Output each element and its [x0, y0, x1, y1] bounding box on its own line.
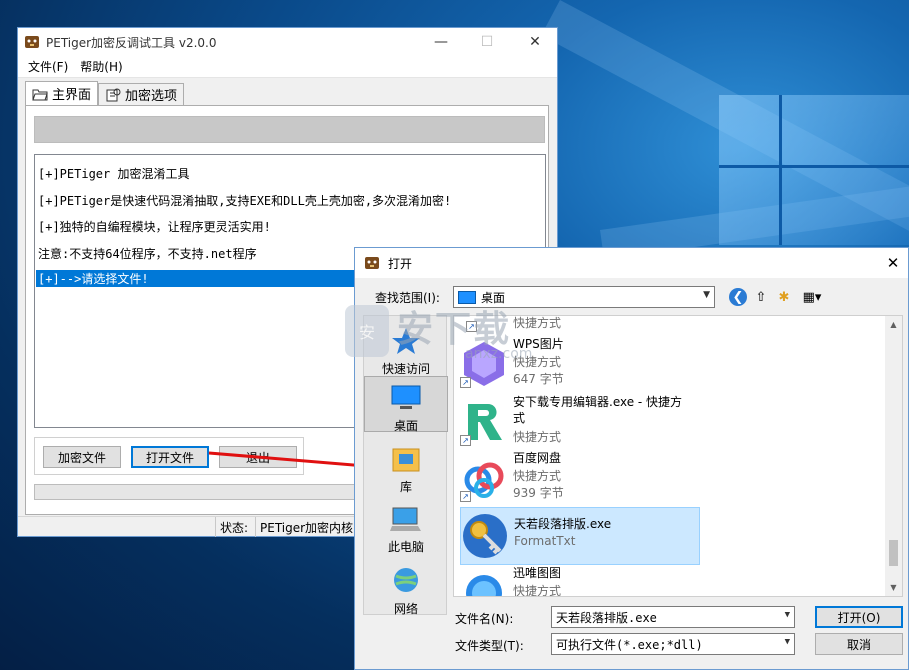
place-desktop[interactable]: 桌面 — [364, 376, 448, 433]
up-folder-icon[interactable]: ⇧ — [752, 288, 770, 306]
list-item-selected[interactable]: 天若段落排版.exe FormatTxt — [460, 507, 700, 565]
desktop-icon — [390, 383, 422, 413]
scroll-down-arrow-icon[interactable]: ▼ — [885, 579, 902, 596]
title-bar[interactable]: PETiger加密反调试工具 v2.0.0 — ☐ ✕ — [18, 28, 557, 56]
filename-input[interactable]: 天若段落排版.exe ▼ — [551, 606, 795, 628]
place-network[interactable]: 网络 — [364, 566, 448, 617]
dialog-close-button[interactable]: ✕ — [878, 248, 908, 278]
settings-page-icon — [106, 88, 121, 101]
file-type: 快捷方式 — [513, 430, 562, 444]
watermark: 安 安下载 anxz.com — [345, 300, 535, 370]
file-name: WPS图片 — [513, 337, 564, 351]
cancel-button[interactable]: 取消 — [815, 633, 903, 655]
list-item[interactable]: ↗ 百度网盘 快捷方式 939 字节 — [460, 450, 700, 508]
log-line: [+]独特的自编程模块，让程序更灵活实用! — [38, 220, 271, 234]
xunwei-image-icon — [460, 569, 508, 596]
file-type: 快捷方式 — [513, 469, 562, 483]
place-label: 库 — [399, 480, 412, 494]
log-line: [+]PETiger 加密混淆工具 — [38, 167, 190, 181]
view-menu-icon[interactable]: ▦▾ — [798, 288, 826, 306]
file-size: 939 字节 — [513, 486, 564, 500]
place-label: 桌面 — [393, 419, 418, 433]
file-size: 647 字节 — [513, 372, 564, 386]
maximize-button[interactable]: ☐ — [464, 28, 510, 56]
tab-encrypt-options-label: 加密选项 — [125, 89, 178, 104]
folder-open-icon — [32, 89, 48, 100]
tab-strip: 主界面 加密选项 — [25, 81, 185, 105]
log-line: 注意:不支持64位程序，不支持.net程序 — [38, 247, 257, 261]
scrollbar-thumb[interactable] — [889, 540, 898, 566]
log-line: [+]PETiger是快速代码混淆抽取,支持EXE和DLL壳上壳加密,多次混淆加… — [38, 194, 452, 208]
chevron-down-icon: ▼ — [703, 290, 710, 300]
menu-file[interactable]: 文件(F) — [22, 58, 74, 75]
baidu-netdisk-icon: ↗ — [460, 454, 508, 502]
back-icon[interactable]: ❮ — [729, 288, 747, 306]
place-label: 网络 — [393, 602, 418, 616]
file-type: FormatTxt — [514, 534, 576, 548]
window-title: PETiger加密反调试工具 v2.0.0 — [46, 35, 217, 50]
dialog-title: 打开 — [388, 256, 413, 271]
shortcut-arrow-icon: ↗ — [460, 435, 471, 446]
file-name: 天若段落排版.exe — [514, 517, 612, 531]
file-list-scrollbar[interactable]: ▲ ▼ — [885, 316, 902, 596]
new-folder-icon[interactable]: ✱ — [775, 288, 793, 306]
place-libraries[interactable]: 库 — [364, 444, 448, 495]
open-button[interactable]: 打开(O) — [815, 606, 903, 628]
chevron-down-icon: ▼ — [784, 610, 790, 620]
tiger-app-icon — [24, 35, 40, 49]
watermark-sub: anxz.com — [465, 346, 533, 362]
filename-value: 天若段落排版.exe — [556, 610, 657, 625]
key-app-icon — [461, 512, 509, 560]
file-type: 快捷方式 — [513, 584, 562, 597]
minimize-button[interactable]: — — [418, 28, 464, 56]
progress-bar-top — [34, 116, 545, 143]
filetype-label: 文件类型(T): — [455, 639, 524, 653]
watermark-text: 安下载 — [397, 309, 512, 350]
tab-encrypt-options[interactable]: 加密选项 — [98, 83, 185, 105]
network-globe-icon — [390, 566, 422, 596]
file-name: 安下载专用编辑器.exe - 快捷方式 — [513, 395, 683, 425]
dialog-nav-toolbar: ❮ ⇧ ✱ ▦▾ — [729, 288, 826, 306]
filetype-select[interactable]: 可执行文件(*.exe;*dll) ▼ — [551, 633, 795, 655]
chevron-down-icon: ▼ — [784, 637, 790, 647]
list-item[interactable]: 迅唯图图 快捷方式 — [460, 565, 700, 597]
dialog-title-bar[interactable]: 打开 ✕ — [355, 248, 908, 278]
filetype-value: 可执行文件(*.exe;*dll) — [556, 637, 703, 652]
computer-icon — [390, 504, 422, 534]
encrypt-file-button[interactable]: 加密文件 — [43, 446, 121, 468]
watermark-badge: 安 — [345, 305, 389, 357]
menu-help[interactable]: 帮助(H) — [74, 58, 128, 75]
scroll-up-arrow-icon[interactable]: ▲ — [885, 316, 902, 333]
shortcut-arrow-icon: ↗ — [460, 377, 471, 388]
file-name: 迅唯图图 — [513, 566, 562, 580]
place-label: 此电脑 — [387, 540, 424, 554]
tab-main[interactable]: 主界面 — [25, 81, 99, 105]
status-label: 状态: — [215, 517, 255, 537]
close-button[interactable]: ✕ — [512, 28, 558, 56]
filename-label: 文件名(N): — [455, 612, 514, 626]
menu-bar: 文件(F) 帮助(H) — [18, 56, 557, 78]
open-file-button[interactable]: 打开文件 — [131, 446, 209, 468]
file-name: 百度网盘 — [513, 451, 562, 465]
windows-logo-graphic — [719, 95, 909, 245]
place-this-pc[interactable]: 此电脑 — [364, 504, 448, 555]
shortcut-arrow-icon: ↗ — [460, 491, 471, 502]
tiger-app-icon — [365, 257, 379, 269]
anxz-editor-icon: ↗ — [460, 398, 508, 446]
list-item[interactable]: ↗ 安下载专用编辑器.exe - 快捷方式 快捷方式 — [460, 394, 700, 452]
library-folder-icon — [390, 444, 422, 474]
tab-main-label: 主界面 — [52, 88, 92, 103]
